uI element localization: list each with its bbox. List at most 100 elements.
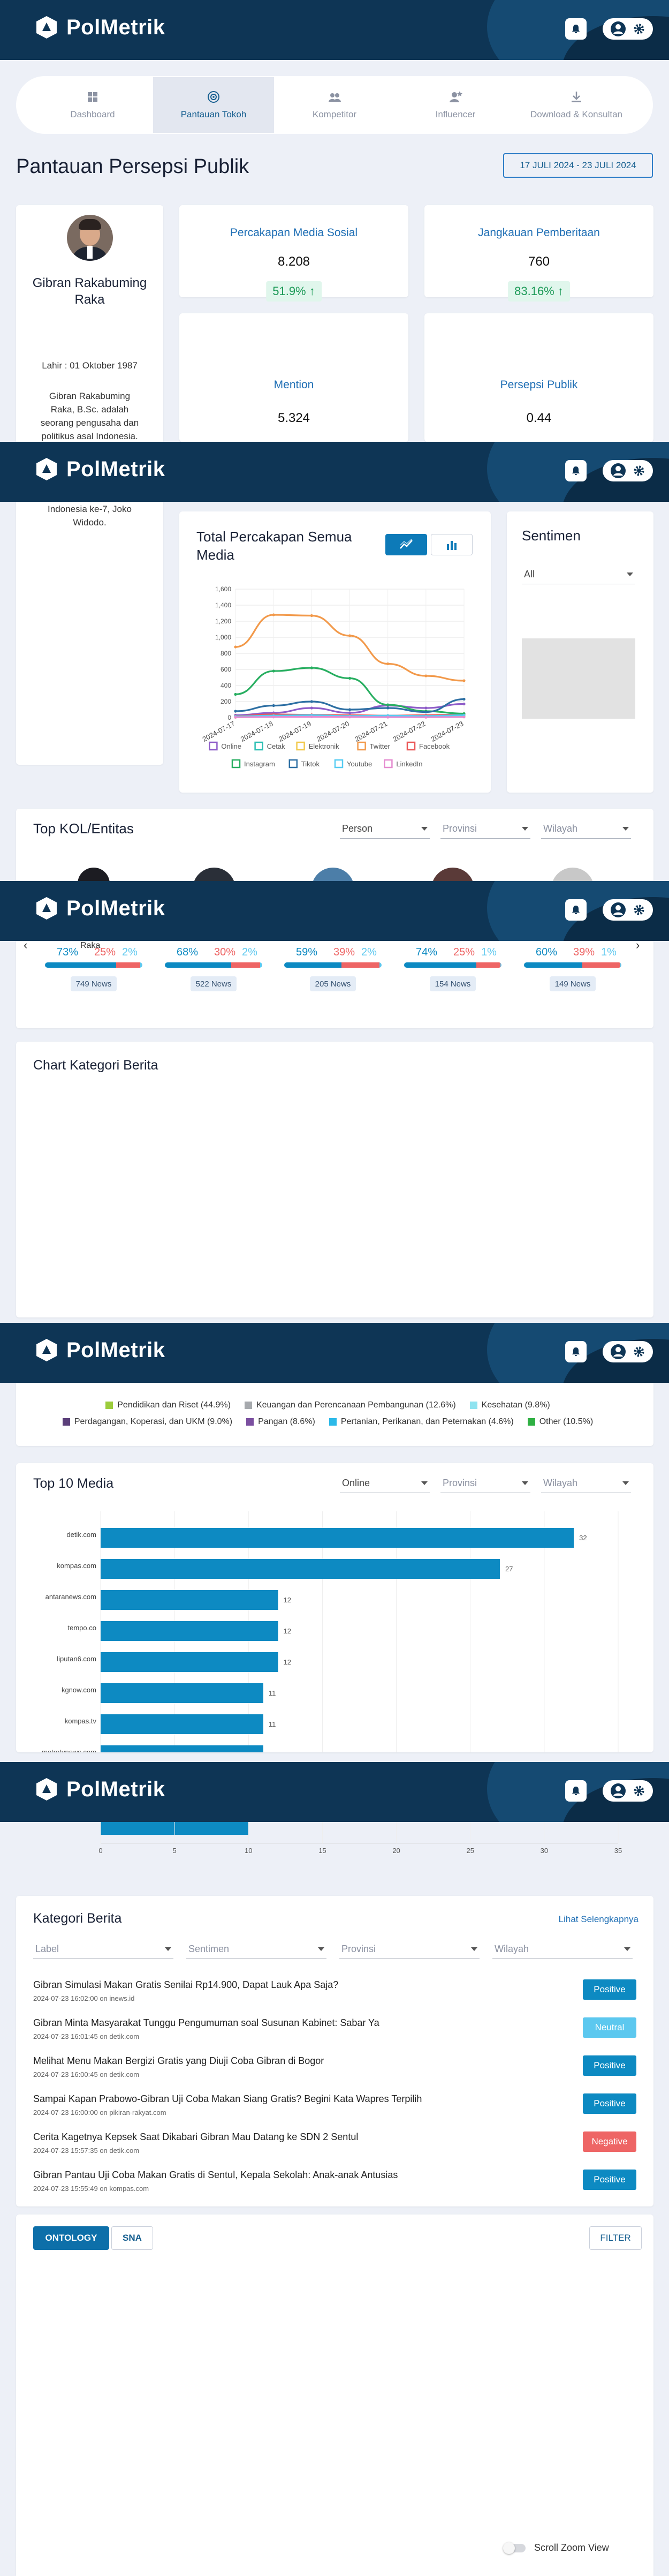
- stat-card-persepsi[interactable]: Persepsi Publik 0.44: [424, 313, 653, 442]
- wilayah-filter-select[interactable]: Wilayah: [492, 1940, 633, 1959]
- polmetrik-logo[interactable]: PolMetrik: [34, 457, 165, 481]
- data-point[interactable]: [348, 676, 352, 680]
- sentiment-badge[interactable]: Positive: [583, 1979, 636, 2000]
- news-list-item[interactable]: Melihat Menu Makan Bergizi Gratis yang D…: [33, 2055, 636, 2089]
- data-point[interactable]: [310, 700, 313, 703]
- notification-button[interactable]: [565, 460, 587, 481]
- polmetrik-logo[interactable]: PolMetrik: [34, 1777, 165, 1802]
- data-point[interactable]: [348, 711, 352, 714]
- data-point[interactable]: [234, 715, 237, 719]
- polmetrik-logo[interactable]: PolMetrik: [34, 15, 165, 40]
- data-point[interactable]: [310, 666, 313, 669]
- kol-type-select[interactable]: Person: [340, 819, 430, 839]
- legend-label[interactable]: Facebook: [419, 742, 450, 750]
- sentiment-badge[interactable]: Positive: [583, 2093, 636, 2114]
- carousel-next-button[interactable]: ›: [636, 938, 640, 952]
- notification-button[interactable]: [565, 1780, 587, 1802]
- kol-news-count[interactable]: 154 News: [430, 976, 476, 991]
- data-point[interactable]: [424, 715, 428, 719]
- data-point[interactable]: [386, 715, 390, 719]
- data-point[interactable]: [386, 662, 390, 666]
- label-filter-select[interactable]: Label: [33, 1940, 173, 1959]
- data-point[interactable]: [272, 669, 275, 673]
- data-point[interactable]: [386, 703, 390, 706]
- tab-ontology[interactable]: ONTOLOGY: [33, 2226, 109, 2250]
- legend-swatch[interactable]: [357, 741, 366, 751]
- news-list-item[interactable]: Gibran Pantau Uji Coba Makan Gratis di S…: [33, 2170, 636, 2203]
- user-menu[interactable]: [603, 899, 653, 921]
- stat-card-mention[interactable]: Mention 5.324: [179, 313, 408, 442]
- sentiment-badge[interactable]: Neutral: [583, 2017, 636, 2038]
- sentiment-badge[interactable]: Negative: [583, 2131, 636, 2152]
- data-point[interactable]: [272, 704, 275, 707]
- data-point[interactable]: [424, 710, 428, 714]
- legend-label[interactable]: LinkedIn: [396, 760, 422, 768]
- legend-swatch[interactable]: [288, 759, 298, 769]
- toggle-switch[interactable]: [503, 2542, 526, 2554]
- news-list-item[interactable]: Gibran Minta Masyarakat Tunggu Pengumuma…: [33, 2017, 636, 2051]
- scroll-zoom-toggle[interactable]: Scroll Zoom View: [503, 2542, 609, 2554]
- notification-button[interactable]: [565, 18, 587, 40]
- sentiment-badge[interactable]: Positive: [583, 2055, 636, 2076]
- legend-swatch[interactable]: [406, 741, 416, 751]
- news-title[interactable]: Gibran Simulasi Makan Gratis Senilai Rp1…: [33, 1979, 338, 1991]
- data-point[interactable]: [310, 706, 313, 710]
- news-title[interactable]: Gibran Minta Masyarakat Tunggu Pengumuma…: [33, 2017, 379, 2029]
- kategori-legend-item[interactable]: Pertanian, Perikanan, dan Peternakan (4.…: [329, 1414, 514, 1429]
- data-point[interactable]: [386, 706, 390, 710]
- legend-swatch[interactable]: [254, 741, 263, 751]
- tab-pantauan-tokoh[interactable]: Pantauan Tokoh: [153, 77, 274, 133]
- data-point[interactable]: [462, 697, 466, 701]
- news-title[interactable]: Cerita Kagetnya Kepsek Saat Dikabari Gib…: [33, 2131, 358, 2143]
- polmetrik-logo[interactable]: PolMetrik: [34, 896, 165, 921]
- data-point[interactable]: [310, 715, 313, 719]
- data-point[interactable]: [310, 614, 313, 617]
- user-menu[interactable]: [603, 1341, 653, 1362]
- news-title[interactable]: Melihat Menu Makan Bergizi Gratis yang D…: [33, 2055, 324, 2067]
- bar-metrotvnews-com[interactable]: [101, 1745, 263, 1752]
- tab-kompetitor[interactable]: Kompetitor: [274, 77, 395, 133]
- data-point[interactable]: [462, 715, 466, 719]
- date-range-picker[interactable]: 17 JULI 2024 - 23 JULI 2024: [503, 153, 653, 178]
- legend-swatch[interactable]: [334, 759, 344, 769]
- legend-label[interactable]: Elektronik: [309, 742, 340, 750]
- data-point[interactable]: [462, 702, 466, 706]
- data-point[interactable]: [234, 692, 237, 696]
- kategori-legend-item[interactable]: Kesehatan (9.8%): [469, 1398, 550, 1413]
- tab-download-konsultan[interactable]: Download & Konsultan: [516, 77, 637, 133]
- data-point[interactable]: [424, 674, 428, 677]
- kategori-legend-item[interactable]: Pangan (8.6%): [246, 1414, 315, 1429]
- legend-label[interactable]: Twitter: [370, 742, 391, 750]
- tab-dashboard[interactable]: Dashboard: [32, 77, 153, 133]
- legend-swatch[interactable]: [231, 759, 241, 769]
- kategori-legend-item[interactable]: Other (10.5%): [527, 1414, 593, 1429]
- data-point[interactable]: [234, 710, 237, 713]
- see-more-link[interactable]: Lihat Selengkapnya: [559, 1914, 638, 1925]
- provinsi-filter-select[interactable]: Provinsi: [339, 1940, 480, 1959]
- legend-swatch[interactable]: [384, 759, 393, 769]
- kol-region-select[interactable]: Wilayah: [541, 819, 631, 839]
- legend-label[interactable]: Online: [221, 742, 241, 750]
- legend-label[interactable]: Cetak: [267, 742, 285, 750]
- news-title[interactable]: Sampai Kapan Prabowo-Gibran Uji Coba Mak…: [33, 2093, 422, 2105]
- data-point[interactable]: [348, 708, 352, 711]
- legend-label[interactable]: Youtube: [347, 760, 372, 768]
- bar-tempo-co[interactable]: [101, 1621, 278, 1641]
- news-list-item[interactable]: Gibran Simulasi Makan Gratis Senilai Rp1…: [33, 1979, 636, 2013]
- filter-button[interactable]: FILTER: [589, 2226, 642, 2250]
- data-point[interactable]: [348, 715, 352, 719]
- stat-card-percakapan[interactable]: Percakapan Media Sosial 8.208 51.9% ↑: [179, 205, 408, 302]
- carousel-prev-button[interactable]: ‹: [24, 938, 27, 952]
- sentiment-badge[interactable]: Positive: [583, 2170, 636, 2190]
- polmetrik-logo[interactable]: PolMetrik: [34, 1338, 165, 1362]
- user-menu[interactable]: [603, 18, 653, 40]
- bar-detik-com[interactable]: [101, 1528, 574, 1548]
- news-list-item[interactable]: Cerita Kagetnya Kepsek Saat Dikabari Gib…: [33, 2131, 636, 2165]
- data-point[interactable]: [424, 706, 428, 710]
- bar-kompas-tv[interactable]: [101, 1714, 263, 1734]
- legend-swatch[interactable]: [209, 741, 218, 751]
- data-point[interactable]: [348, 634, 352, 637]
- sentiment-filter-select[interactable]: All: [522, 565, 635, 584]
- bar-kgnow-com[interactable]: [101, 1683, 263, 1703]
- kategori-legend-item[interactable]: Perdagangan, Koperasi, dan UKM (9.0%): [62, 1414, 232, 1429]
